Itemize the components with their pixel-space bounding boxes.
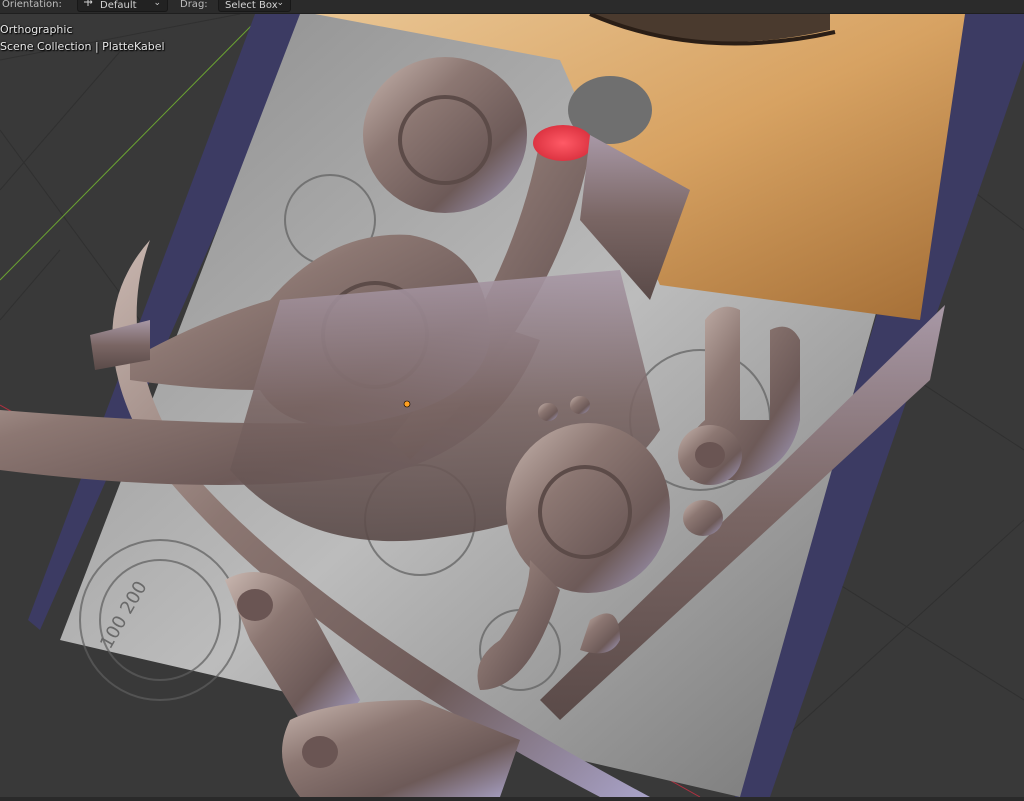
- collection-path-text: Scene Collection | PlatteKabel: [0, 40, 165, 53]
- origin-dot: [403, 400, 411, 408]
- fork-eye-hole: [695, 442, 725, 468]
- bottom-edge: [0, 797, 1024, 801]
- view-mode-text: Orthographic: [0, 23, 73, 36]
- drag-dropdown[interactable]: Select Box ⌄: [218, 0, 291, 12]
- lever-hole: [237, 589, 273, 621]
- fork-eye-lower: [683, 500, 723, 536]
- orientation-dropdown[interactable]: Default ⌄: [77, 0, 168, 12]
- pin-b: [570, 396, 590, 414]
- chevron-down-icon: ⌄: [153, 0, 161, 8]
- viewport-header: Orientation: Default ⌄ Drag: Select Box …: [0, 0, 1024, 14]
- 3d-viewport[interactable]: 100 200 Orthographic Scene Collection | …: [0, 12, 1024, 801]
- drag-label: Drag:: [180, 0, 208, 10]
- orientation-value: Default: [100, 0, 137, 11]
- selected-face: [533, 125, 593, 161]
- chevron-down-icon: ⌄: [276, 0, 284, 8]
- pin-a: [538, 403, 558, 421]
- bottom-lever-hole: [302, 736, 338, 768]
- orientation-label: Orientation:: [2, 0, 62, 10]
- transform-axes-icon: [84, 0, 93, 6]
- viewport-scene: 100 200: [0, 12, 1024, 801]
- upper-disc: [363, 57, 527, 213]
- drag-value: Select Box: [225, 0, 278, 11]
